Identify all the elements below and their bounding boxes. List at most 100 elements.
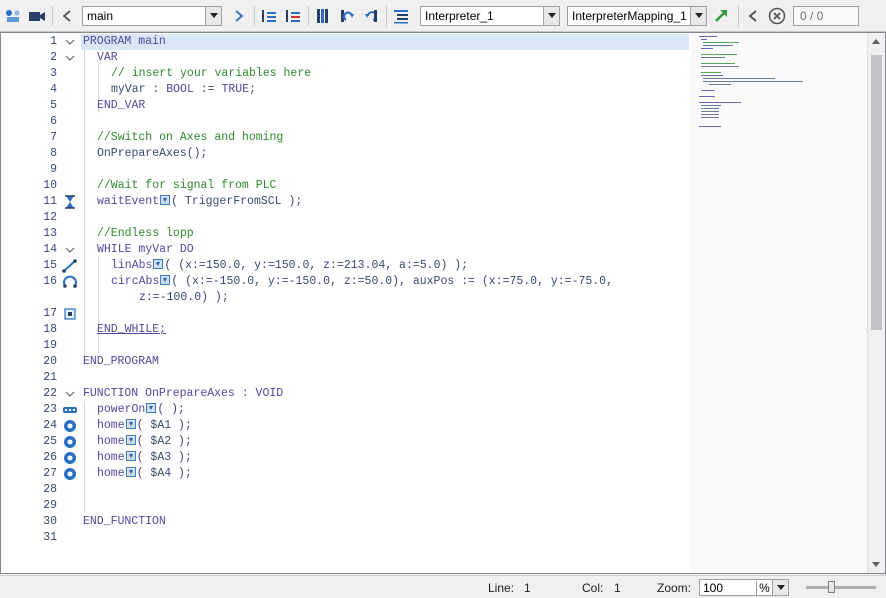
minimap-line [699,36,717,37]
code-token: := [193,83,222,96]
instruction-args: ( (x:=150.0, y:=150.0, z:=213.04, a:=5.0… [164,259,469,272]
code-line-4[interactable]: myVar : BOOL := TRUE; [111,82,256,98]
code-editor[interactable]: 1 2 3 4 5 6 7 8 9 10 11 12 13 14 15 16 1… [0,32,886,574]
code-line-2[interactable]: VAR [97,50,118,66]
zoom-unit: % [756,580,772,595]
code-line-11[interactable]: waitEvent ( TriggerFromSCL ); [97,194,302,210]
code-line-24[interactable]: home ( $A1 ); [97,418,192,434]
code-line-25[interactable]: home ( $A2 ); [97,434,192,450]
chevron-down-icon[interactable] [690,7,706,25]
zoom-label: Zoom: [657,581,692,595]
code-line-14[interactable]: WHILE myVar DO [97,242,194,258]
chevron-down-icon[interactable] [772,580,788,595]
code-line-22[interactable]: FUNCTION OnPrepareAxes : VOID [83,386,283,402]
code-line-15[interactable]: linAbs ( (x:=150.0, y:=150.0, z:=213.04, … [111,258,468,274]
code-line-13[interactable]: //Endless lopp [97,226,194,242]
minimap-line [703,81,803,82]
code-line-10[interactable]: //Wait for signal from PLC [97,178,276,194]
instruction-name: circAbs [111,275,160,288]
go-to-icon[interactable] [710,5,732,27]
code-line-8[interactable]: OnPrepareAxes(); [97,146,207,162]
forward-arrow-icon[interactable] [228,5,250,27]
minimap-line [701,72,721,73]
param-dropdown-icon[interactable] [125,435,136,445]
code-line-30[interactable]: END_FUNCTION [83,514,166,530]
line-number: 30 [43,515,57,528]
zoom-value[interactable]: 100 [700,581,756,595]
mapping-selector[interactable]: InterpreterMapping_1 [567,6,707,26]
zoom-selector[interactable]: 100 % [699,579,789,596]
param-dropdown-icon[interactable] [125,451,136,461]
code-line-20[interactable]: END_PROGRAM [83,354,159,370]
fold-chevron-icon[interactable] [61,50,79,66]
minimap-line [701,108,719,109]
minimap-line [699,102,741,103]
zoom-slider-knob[interactable] [828,581,835,593]
param-dropdown-icon[interactable] [125,419,136,429]
instruction-args: ( $A1 ); [136,419,192,432]
code-text-area[interactable]: PROGRAM main VAR // insert your variable… [81,33,689,573]
line-value: 1 [524,581,531,595]
code-line-16[interactable]: circAbs ( (x:=-150.0, y:=-150.0, z:=50.0)… [111,274,613,290]
line-number: 20 [43,355,57,368]
toolbar-separator [308,6,309,26]
fold-chevron-icon[interactable] [61,242,79,258]
interpreter-selector[interactable]: Interpreter_1 [420,6,560,26]
list-format-icon[interactable] [390,5,412,27]
code-line-23[interactable]: powerOn ( ); [97,402,185,418]
power-on-icon [61,402,79,418]
mapping-selector-value: InterpreterMapping_1 [572,9,687,23]
line-number: 10 [43,179,57,192]
instruction-name: home [97,451,125,464]
line-number: 25 [43,435,57,448]
previous-icon[interactable] [742,5,764,27]
scroll-down-icon[interactable] [872,562,880,567]
indent-icon[interactable] [258,5,280,27]
undo-icon[interactable] [360,5,382,27]
fold-chevron-icon[interactable] [61,34,79,50]
param-dropdown-icon[interactable] [125,467,136,477]
code-line-27[interactable]: home ( $A4 ); [97,466,192,482]
wait-event-icon [61,194,79,210]
camera-icon[interactable] [26,5,48,27]
home-axis-icon [61,418,79,434]
settings-tool-icon[interactable] [2,5,24,27]
block-selector[interactable]: main [82,6,222,26]
line-label: Line: [488,581,515,595]
code-line-26[interactable]: home ( $A3 ); [97,450,192,466]
param-dropdown-icon[interactable] [160,275,171,285]
bookmark-icon[interactable] [312,5,334,27]
line-number: 7 [50,131,57,144]
outdent-icon[interactable] [282,5,304,27]
col-label: Col: [582,581,604,595]
param-dropdown-icon[interactable] [146,403,157,413]
code-line-5[interactable]: END_VAR [97,98,145,114]
minimap-line [701,75,723,76]
function-name: OnPrepareAxes : [138,387,256,400]
col-value: 1 [614,581,621,595]
vertical-scrollbar[interactable] [867,33,885,573]
zoom-slider[interactable] [806,581,876,593]
instruction-name: linAbs [111,259,153,272]
instruction-args: ( $A4 ); [136,467,192,480]
chevron-down-icon[interactable] [543,7,559,25]
minimap-line [701,63,735,64]
chevron-down-icon[interactable] [205,7,221,25]
code-token: : [145,83,167,96]
back-arrow-icon[interactable] [56,5,78,27]
code-line-16-wrap[interactable]: z:=-100.0) ); [139,290,229,306]
scroll-up-icon[interactable] [872,39,880,44]
scrollbar-thumb[interactable] [871,55,882,330]
var-value: TRUE [221,83,250,96]
code-line-7[interactable]: //Switch on Axes and homing [97,130,283,146]
redo-icon[interactable] [336,5,358,27]
clear-search-icon[interactable] [766,5,788,27]
param-dropdown-icon[interactable] [153,259,164,269]
fold-chevron-icon[interactable] [61,386,79,402]
code-line-1[interactable]: PROGRAM main [81,34,689,50]
code-minimap[interactable] [691,33,867,573]
code-line-18[interactable]: END_WHILE; [97,322,166,338]
param-dropdown-icon[interactable] [160,195,171,205]
code-line-3[interactable]: // insert your variables here [111,66,311,82]
end-block-icon [61,306,79,322]
